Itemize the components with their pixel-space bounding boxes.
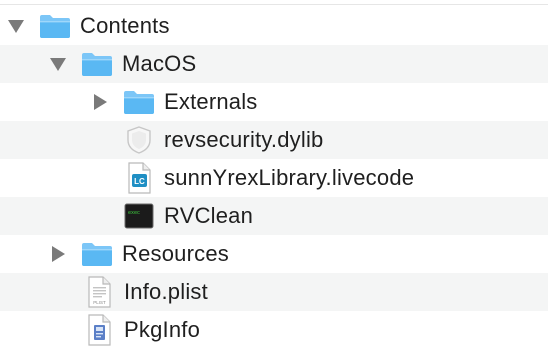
top-edge: [0, 0, 548, 5]
tree-row-resources[interactable]: Resources: [0, 235, 548, 273]
folder-icon: [80, 235, 114, 273]
tree-item-label: Externals: [164, 89, 258, 114]
plist-file-icon: PLIST: [82, 273, 116, 311]
folder-icon: [80, 45, 114, 83]
tree-row-contents[interactable]: Contents: [0, 7, 548, 45]
tree-item-label: sunnYrexLibrary.livecode: [164, 165, 415, 190]
chevron-right-icon[interactable]: [48, 235, 68, 273]
folder-icon: [38, 7, 72, 45]
livecode-badge-text: LC: [134, 177, 145, 186]
tree-item-label: MacOS: [122, 51, 197, 76]
tree-row-pkginfo[interactable]: PkgInfo: [0, 311, 548, 349]
terminal-exec-icon: exec: [122, 197, 156, 235]
folder-icon: [122, 83, 156, 121]
livecode-file-icon: LC: [122, 159, 156, 197]
tree-row-revsecurity[interactable]: revsecurity.dylib: [0, 121, 548, 159]
tree-item-label: Contents: [80, 13, 170, 38]
plist-badge-text: PLIST: [93, 300, 106, 305]
pkginfo-file-icon: [82, 311, 116, 349]
tree-item-label: Resources: [122, 241, 229, 266]
finder-file-tree: Contents MacOS Externals revsecurity.dyl…: [0, 0, 548, 364]
tree-item-label: PkgInfo: [124, 317, 201, 342]
tree-item-label: Info.plist: [124, 279, 208, 304]
terminal-exec-text: exec: [128, 210, 140, 216]
tree-item-label: RVClean: [164, 203, 254, 228]
chevron-down-icon[interactable]: [6, 7, 26, 45]
tree-row-externals[interactable]: Externals: [0, 83, 548, 121]
tree-row-livecode[interactable]: LC sunnYrexLibrary.livecode: [0, 159, 548, 197]
tree-row-rvclean[interactable]: exec RVClean: [0, 197, 548, 235]
dylib-shield-icon: [122, 121, 156, 159]
tree-row-macos[interactable]: MacOS: [0, 45, 548, 83]
tree-row-info-plist[interactable]: PLIST Info.plist: [0, 273, 548, 311]
tree-item-label: revsecurity.dylib: [164, 127, 324, 152]
chevron-down-icon[interactable]: [48, 45, 68, 83]
chevron-right-icon[interactable]: [90, 83, 110, 121]
